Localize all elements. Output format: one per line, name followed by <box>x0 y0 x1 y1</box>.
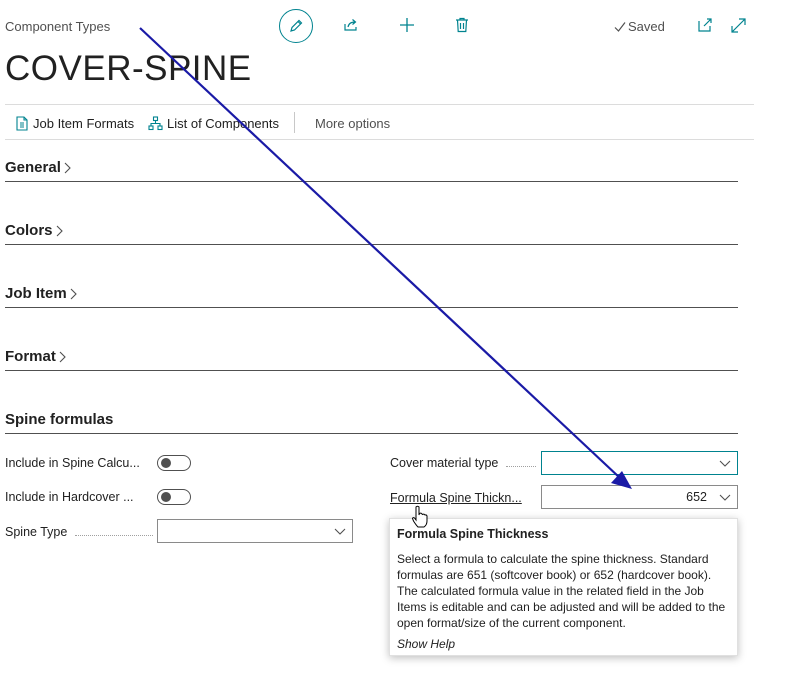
tooltip-body: Select a formula to calculate the spine … <box>397 552 726 630</box>
formula-spine-thickness-select[interactable]: 652 <box>541 485 738 509</box>
job-item-formats-action[interactable]: Job Item Formats <box>16 116 134 131</box>
document-icon <box>16 116 28 131</box>
cover-material-type-label: Cover material type <box>390 456 540 470</box>
section-spine-formulas[interactable]: Spine formulas <box>5 411 738 434</box>
plus-icon <box>400 18 414 32</box>
hierarchy-icon <box>148 116 163 131</box>
list-of-components-action[interactable]: List of Components <box>148 116 279 131</box>
tooltip-title: Formula Spine Thickness <box>397 527 549 541</box>
section-general[interactable]: General <box>5 159 738 182</box>
field-tooltip: Formula Spine Thickness Select a formula… <box>389 518 738 656</box>
trash-icon <box>456 17 468 33</box>
expand-button[interactable] <box>729 16 747 34</box>
share-icon <box>344 19 357 31</box>
include-hardcover-toggle[interactable] <box>157 489 191 505</box>
action-bar-top-divider <box>5 104 754 105</box>
list-of-components-label: List of Components <box>167 116 280 131</box>
saved-status: Saved <box>614 19 665 34</box>
cover-material-type-select[interactable] <box>541 451 738 475</box>
chevron-right-icon <box>56 225 63 236</box>
hand-cursor-icon <box>411 505 428 528</box>
chevron-right-icon <box>70 288 77 299</box>
job-item-formats-label: Job Item Formats <box>33 116 135 131</box>
section-job-item[interactable]: Job Item <box>5 285 738 308</box>
include-spine-calc-label: Include in Spine Calcu... <box>5 456 140 470</box>
action-bar-bottom-divider <box>5 139 754 140</box>
chevron-down-icon <box>334 528 346 535</box>
section-colors-label: Colors <box>5 222 53 239</box>
chevron-down-icon <box>719 494 731 501</box>
section-format-label: Format <box>5 348 56 365</box>
check-icon <box>614 21 626 32</box>
breadcrumb[interactable]: Component Types <box>5 19 110 34</box>
spine-type-select[interactable] <box>157 519 353 543</box>
spine-type-label: Spine Type <box>5 525 155 539</box>
open-in-new-window-icon <box>697 18 712 32</box>
formula-spine-thickness-label[interactable]: Formula Spine Thickn... <box>390 491 540 505</box>
expand-icon <box>730 17 746 33</box>
chevron-right-icon <box>64 162 71 173</box>
include-spine-calc-toggle[interactable] <box>157 455 191 471</box>
open-new-window-button[interactable] <box>696 16 714 34</box>
section-job-item-label: Job Item <box>5 285 67 302</box>
saved-label: Saved <box>628 19 665 34</box>
formula-spine-thickness-value: 652 <box>686 490 707 504</box>
section-general-label: General <box>5 159 61 176</box>
chevron-down-icon <box>719 460 731 467</box>
page-title: COVER-SPINE <box>5 49 252 88</box>
delete-button[interactable] <box>453 15 471 35</box>
section-format[interactable]: Format <box>5 348 738 371</box>
include-hardcover-label: Include in Hardcover ... <box>5 490 134 504</box>
show-help-link[interactable]: Show Help <box>397 637 730 651</box>
chevron-right-icon <box>59 351 66 362</box>
edit-button[interactable] <box>279 9 313 43</box>
action-separator <box>294 112 295 133</box>
section-colors[interactable]: Colors <box>5 222 738 245</box>
pencil-icon <box>290 19 303 32</box>
new-button[interactable] <box>397 15 417 35</box>
share-button[interactable] <box>341 16 361 34</box>
more-options-action[interactable]: More options <box>315 116 390 131</box>
section-spine-formulas-label: Spine formulas <box>5 411 114 428</box>
